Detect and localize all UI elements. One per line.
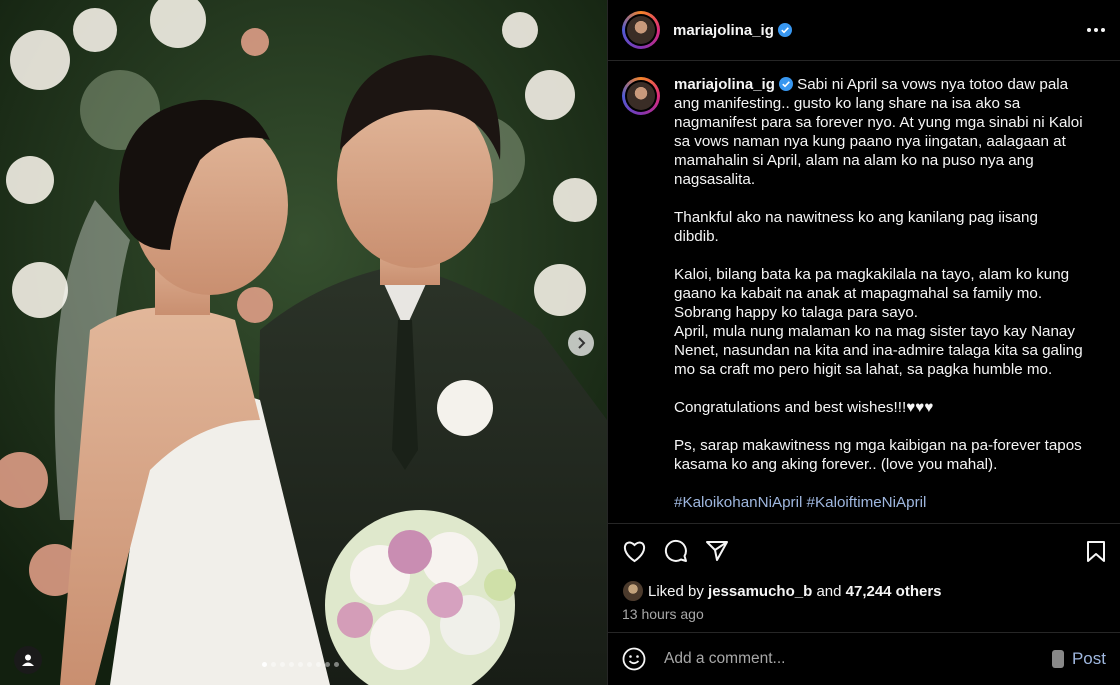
caption-hashtags[interactable]: #KaloikohanNiApril #KaloiftimeNiApril xyxy=(674,493,1084,512)
action-icons xyxy=(622,538,1106,564)
carousel-dot xyxy=(316,662,321,667)
post-actions: Liked by jessamucho_b and 47,244 others … xyxy=(608,523,1120,622)
likes-count-link[interactable]: 47,244 others xyxy=(846,583,942,600)
avatar[interactable] xyxy=(622,11,660,49)
hashtag-links[interactable]: #KaloikohanNiApril #KaloiftimeNiApril xyxy=(674,494,926,511)
caption-paragraph-2: Thankful ako na nawitness ko ang kanilan… xyxy=(674,209,1038,245)
caption-paragraph-3: Kaloi, bilang bata ka pa magkakilala na … xyxy=(674,266,1070,321)
carousel-dot xyxy=(262,662,267,667)
carousel-dot xyxy=(271,662,276,667)
comment-icon[interactable] xyxy=(664,539,688,563)
comment-input[interactable] xyxy=(662,649,1052,669)
post-comment-button[interactable]: Post xyxy=(1051,649,1106,669)
verified-badge-icon xyxy=(778,77,793,91)
caption-paragraph-6: Ps, sarap makawitness ng mga kaibigan na… xyxy=(674,437,1082,473)
tagged-users-button[interactable] xyxy=(14,646,42,674)
post-timestamp[interactable]: 13 hours ago xyxy=(622,606,1106,622)
wedding-photo-image xyxy=(0,0,607,685)
liker-username[interactable]: jessamucho_b xyxy=(708,583,812,600)
caption-paragraph-4: April, mula nung malaman ko na mag siste… xyxy=(674,323,1083,378)
verified-badge-icon xyxy=(777,23,792,37)
caption-avatar[interactable] xyxy=(622,77,660,115)
caption-body: mariajolina_ig Sabi ni April sa vows nya… xyxy=(674,75,1084,523)
carousel-dot xyxy=(325,662,330,667)
more-horizontal-icon[interactable] xyxy=(1086,27,1106,33)
heart-icon[interactable] xyxy=(622,540,647,563)
bookmark-icon[interactable] xyxy=(1086,540,1106,563)
likes-summary: Liked by jessamucho_b and 47,244 others xyxy=(622,580,1106,602)
post-username[interactable]: mariajolina_ig xyxy=(673,22,774,39)
carousel-dot xyxy=(289,662,294,667)
liker-avatar[interactable] xyxy=(622,580,644,602)
carousel-dot xyxy=(307,662,312,667)
likes-joiner: and xyxy=(816,582,842,600)
post-side-panel: mariajolina_ig mariajolina_ig Sabi ni Ap… xyxy=(607,0,1120,685)
password-manager-icon xyxy=(1051,650,1064,668)
smiley-icon[interactable] xyxy=(622,647,646,671)
user-icon xyxy=(22,654,34,666)
caption-paragraph-1: mariajolina_ig Sabi ni April sa vows nya… xyxy=(674,75,1084,189)
carousel-next-button[interactable] xyxy=(568,330,594,356)
post-modal: mariajolina_ig mariajolina_ig Sabi ni Ap… xyxy=(0,0,1120,685)
post-button-label: Post xyxy=(1071,649,1106,668)
carousel-dot xyxy=(280,662,285,667)
likes-prefix: Liked by xyxy=(648,582,704,600)
paper-plane-icon[interactable] xyxy=(705,540,729,562)
post-photo[interactable] xyxy=(0,0,607,685)
carousel-dot xyxy=(334,662,339,667)
comment-box: Post xyxy=(608,632,1120,685)
caption-username[interactable]: mariajolina_ig xyxy=(674,76,775,93)
post-header: mariajolina_ig xyxy=(608,0,1120,61)
caption-paragraph-5: Congratulations and best wishes!!!♥♥♥ xyxy=(674,399,934,416)
carousel-indicator xyxy=(262,662,339,667)
caption-section: mariajolina_ig Sabi ni April sa vows nya… xyxy=(608,61,1120,523)
chevron-right-icon xyxy=(578,337,586,349)
carousel-dot xyxy=(298,662,303,667)
